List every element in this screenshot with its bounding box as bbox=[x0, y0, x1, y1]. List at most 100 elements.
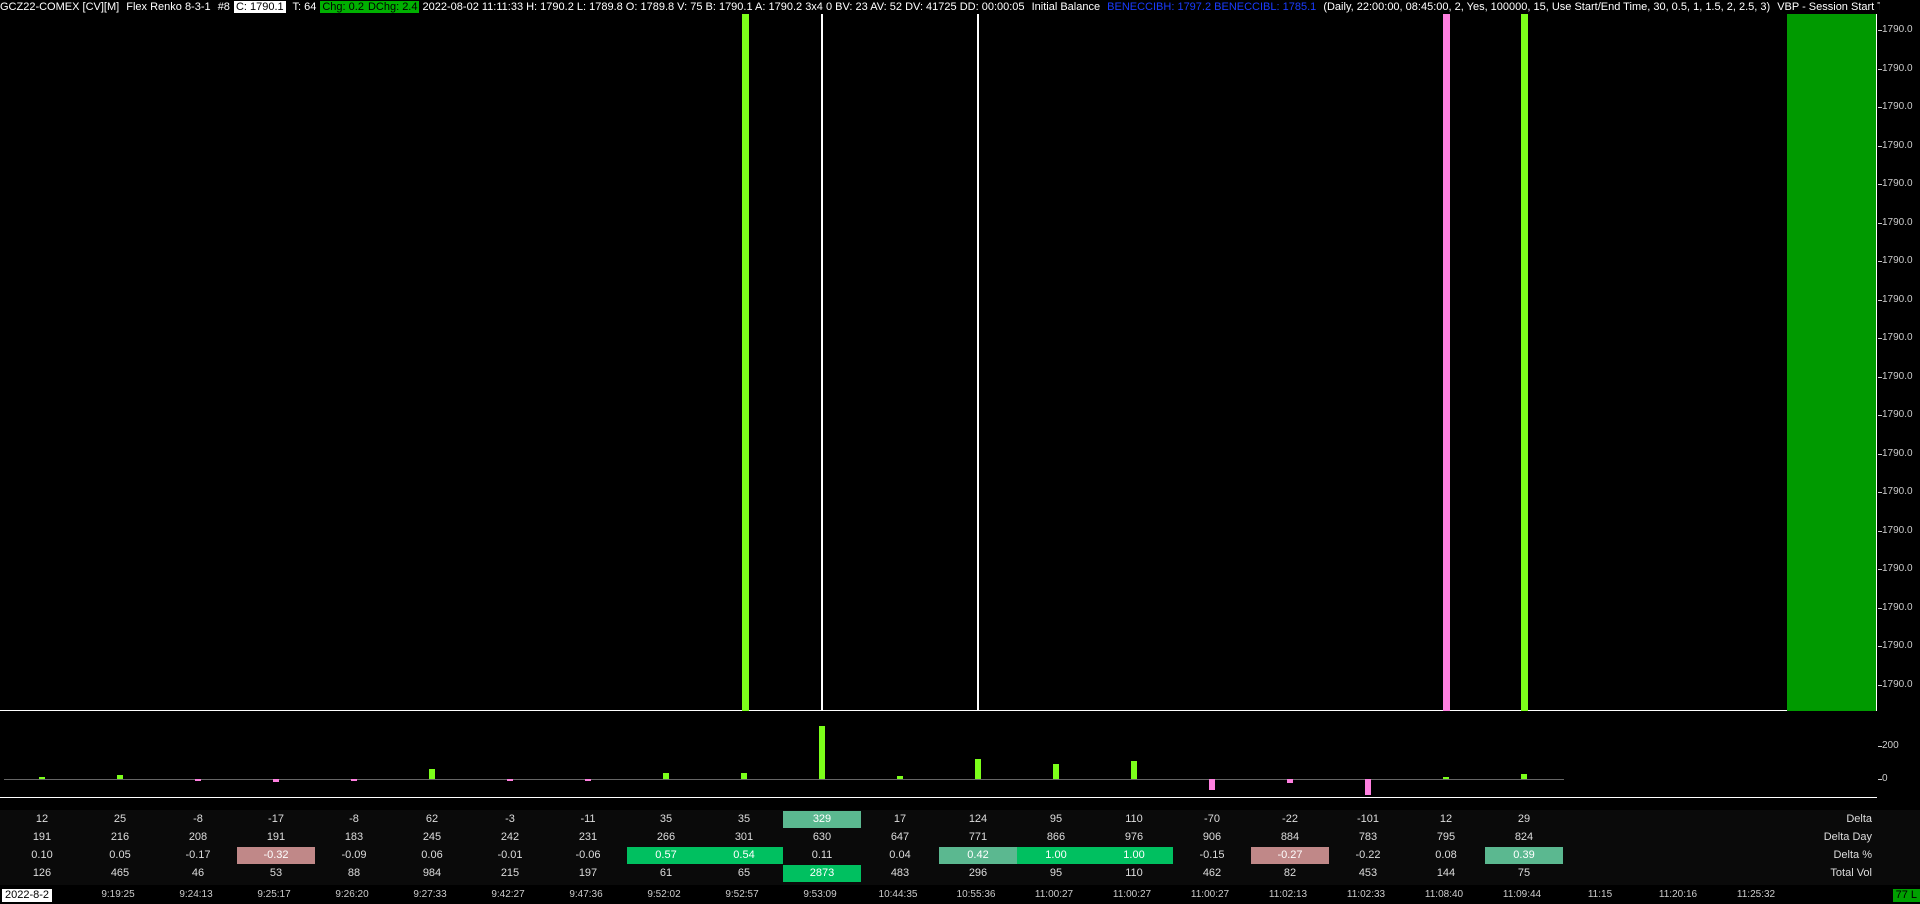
table-cell-delta: 25 bbox=[113, 813, 127, 825]
delta-bar bbox=[819, 726, 825, 779]
delta-bar bbox=[585, 779, 591, 781]
table-cell-total-vol: 65 bbox=[737, 867, 751, 879]
time-axis-label: 11:09:44 bbox=[1502, 889, 1542, 900]
table-cell-delta: -11 bbox=[580, 813, 596, 825]
table-cell-delta-pct: -0.32 bbox=[237, 847, 315, 864]
table-cell-delta: 62 bbox=[425, 813, 439, 825]
table-cell-delta-day: 216 bbox=[110, 831, 130, 843]
table-cell-total-vol: 82 bbox=[1283, 867, 1297, 879]
table-cell-delta-day: 183 bbox=[344, 831, 364, 843]
change-value: Chg: 0.2 bbox=[320, 1, 366, 13]
table-cell-delta-pct: -0.01 bbox=[497, 849, 523, 861]
time-axis-label: 11:08:40 bbox=[1424, 889, 1464, 900]
table-cell-delta-pct: 0.42 bbox=[939, 847, 1017, 864]
table-cell-delta-pct: -0.06 bbox=[575, 849, 601, 861]
delta-bar bbox=[1521, 774, 1527, 779]
ticks-count: T: 64 bbox=[292, 1, 317, 13]
table-cell-delta-pct: 0.04 bbox=[889, 849, 911, 861]
price-axis[interactable]: 1790.0 1790.0 1790.0 1790.0 1790.0 1790.0 1790… bbox=[1878, 14, 1920, 711]
table-cell-delta-day: 242 bbox=[500, 831, 520, 843]
table-cell-delta-pct: 1.00 bbox=[1095, 847, 1173, 864]
study-vbp: VBP - Session Start Time to End bbox=[1777, 1, 1880, 13]
renko-bar-up bbox=[1521, 14, 1528, 711]
table-cell-delta: -101 bbox=[1356, 813, 1380, 825]
table-cell-delta-pct: 1.00 bbox=[1017, 847, 1095, 864]
table-cell-delta-day: 208 bbox=[188, 831, 208, 843]
table-cell-delta-day: 906 bbox=[1202, 831, 1222, 843]
table-cell-total-vol: 984 bbox=[422, 867, 442, 879]
delta-bar bbox=[429, 769, 435, 779]
table-cell-delta-pct: -0.09 bbox=[341, 849, 367, 861]
price-axis-label: 1790.0 bbox=[1882, 139, 1913, 151]
delta-bar bbox=[273, 779, 279, 782]
table-cell-delta-pct: 0.10 bbox=[31, 849, 53, 861]
time-axis-label: 9:19:25 bbox=[101, 889, 135, 900]
price-axis-label: 1790.0 bbox=[1882, 62, 1913, 74]
time-axis-label: 9:53:09 bbox=[803, 889, 837, 900]
table-cell-delta-day: 976 bbox=[1124, 831, 1144, 843]
table-cell-delta-pct: 0.08 bbox=[1435, 849, 1457, 861]
table-cell-delta-day: 630 bbox=[812, 831, 832, 843]
delta-bar bbox=[663, 773, 669, 779]
table-cell-delta-pct: 0.39 bbox=[1485, 847, 1563, 864]
symbol-label[interactable]: GCZ22-COMEX [CV][M] bbox=[0, 1, 119, 13]
table-cell-delta: 29 bbox=[1517, 813, 1531, 825]
time-axis-label: 10:55:36 bbox=[956, 889, 996, 900]
table-cell-total-vol: 110 bbox=[1125, 867, 1143, 879]
time-axis-label: 11:00:27 bbox=[1034, 889, 1074, 900]
zero-line bbox=[4, 779, 1564, 780]
table-cell-delta-day: 647 bbox=[890, 831, 910, 843]
delta-subgraph[interactable] bbox=[0, 712, 1877, 798]
delta-bar bbox=[1131, 761, 1137, 779]
delta-bar bbox=[975, 759, 981, 779]
chart-type-label: Flex Renko 8-3-1 bbox=[126, 1, 211, 13]
table-cell-delta: -70 bbox=[1204, 813, 1220, 825]
table-cell-total-vol: 53 bbox=[269, 867, 283, 879]
table-cell-delta-pct: 0.11 bbox=[811, 849, 833, 861]
chart-header: GCZ22-COMEX [CV][M] Flex Renko 8-3-1 #8 C… bbox=[0, 0, 1880, 15]
delta-bar bbox=[117, 775, 123, 779]
table-cell-delta-pct: 0.06 bbox=[421, 849, 443, 861]
table-cell-delta-day: 824 bbox=[1514, 831, 1534, 843]
table-cell-delta-pct: 0.54 bbox=[705, 847, 783, 864]
time-axis-label: 11:00:27 bbox=[1190, 889, 1230, 900]
price-axis-label: 1790.0 bbox=[1882, 216, 1913, 228]
time-axis-label: 11:25:32 bbox=[1736, 889, 1776, 900]
table-cell-delta: -8 bbox=[349, 813, 359, 825]
table-row-label: Delta bbox=[1846, 813, 1872, 825]
table-cell-delta-day: 771 bbox=[968, 831, 988, 843]
delta-bar bbox=[195, 779, 201, 781]
table-cell-delta: 329 bbox=[783, 811, 861, 828]
time-axis-label: 9:24:13 bbox=[179, 889, 213, 900]
table-row-label: Delta % bbox=[1833, 849, 1872, 861]
table-cell-total-vol: 296 bbox=[968, 867, 988, 879]
table-row-label: Delta Day bbox=[1823, 831, 1872, 843]
table-cell-delta: -17 bbox=[268, 813, 284, 825]
study-initial-balance: Initial Balance bbox=[1031, 1, 1101, 13]
table-cell-delta-day: 795 bbox=[1436, 831, 1456, 843]
delta-bar bbox=[351, 779, 357, 781]
table-cell-total-vol: 462 bbox=[1202, 867, 1222, 879]
table-cell-delta-day: 231 bbox=[578, 831, 598, 843]
delta-bar bbox=[1209, 779, 1215, 791]
price-pane[interactable] bbox=[0, 14, 1877, 711]
table-cell-delta: 35 bbox=[737, 813, 751, 825]
table-cell-delta: 35 bbox=[659, 813, 673, 825]
delta-bar bbox=[1365, 779, 1371, 796]
table-row-label: Total Vol bbox=[1830, 867, 1872, 879]
date-label: 2022-8-2 bbox=[2, 889, 53, 902]
time-axis-label: 9:52:57 bbox=[725, 889, 759, 900]
table-cell-delta-day: 245 bbox=[422, 831, 442, 843]
table-cell-total-vol: 95 bbox=[1049, 867, 1063, 879]
table-cell-total-vol: 483 bbox=[890, 867, 910, 879]
session-divider-line bbox=[821, 14, 823, 711]
table-cell-delta-day: 266 bbox=[656, 831, 676, 843]
volume-profile-block bbox=[1787, 14, 1876, 711]
table-cell-delta-day: 191 bbox=[32, 831, 52, 843]
bar-stats: 2022-08-02 11:11:33 H: 1790.2 L: 1789.8 … bbox=[422, 1, 1025, 13]
price-axis-label: 1790.0 bbox=[1882, 370, 1913, 382]
table-cell-total-vol: 465 bbox=[110, 867, 130, 879]
status-badge: 77 L bbox=[1892, 889, 1920, 902]
time-axis-label: 11:02:33 bbox=[1346, 889, 1386, 900]
study-parameters: (Daily, 22:00:00, 08:45:00, 2, Yes, 1000… bbox=[1323, 1, 1771, 13]
